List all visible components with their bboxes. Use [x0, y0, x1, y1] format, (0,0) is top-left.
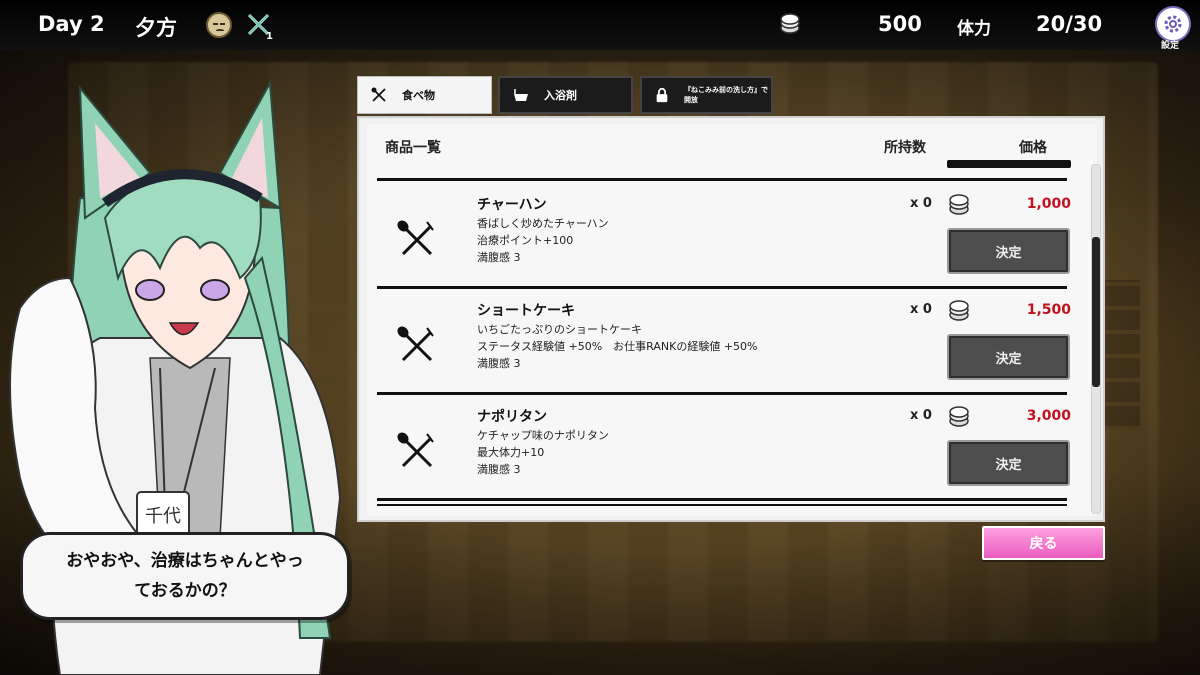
list-item: ナポリタン ケチャップ味のナポリタン 最大体力+10 満腹感 3 x 0 3,0… — [367, 394, 1072, 498]
bathtub-icon — [514, 89, 528, 101]
header-item-list: 商品一覧 — [385, 140, 441, 156]
list-item: チャーハン 香ばしく炒めたチャーハン 治療ポイント+100 満腹感 3 x 0 … — [367, 182, 1072, 286]
dialogue-line-1: おやおや、治療はちゃんとやっ — [66, 551, 304, 571]
divider — [377, 498, 1067, 501]
item-price: 3,000 — [1026, 408, 1071, 424]
item-price: 1,000 — [1026, 196, 1071, 212]
item-desc-line: いちごたっぷりのショートケーキ — [477, 323, 642, 336]
divider — [377, 178, 1067, 181]
top-hud: Day 2 夕方 1 500 体力 20/30 設定 — [0, 0, 1200, 51]
item-effect: 治療ポイント+100 — [477, 234, 574, 247]
face-icon — [206, 12, 232, 38]
item-desc-line: 香ばしく炒めたチャーハン — [477, 217, 609, 230]
settings-button[interactable] — [1155, 6, 1191, 42]
dialogue-line-2: ておるかの？ — [134, 581, 236, 601]
purchase-button[interactable]: 決定 — [947, 334, 1070, 380]
item-satiety: 満腹感 3 — [477, 251, 521, 264]
cutlery-icon — [397, 220, 434, 256]
tab-bath-salts[interactable]: 入浴剤 — [498, 76, 633, 114]
time-of-day: 夕方 — [135, 16, 177, 40]
cutlery-count: 1 — [266, 31, 273, 42]
cutlery-icon — [397, 432, 434, 468]
shop-panel: 商品一覧 所持数 価格 チャーハン 香ばしく炒めたチャーハン 治療ポイント+10… — [357, 116, 1105, 522]
tab-locked[interactable]: 『ねこみみ前の洗し方』で開放 — [640, 76, 773, 114]
name-tag-text: 千代 — [145, 506, 181, 527]
day-counter: Day 2 — [38, 12, 105, 36]
item-price: 1,500 — [1026, 302, 1071, 318]
item-description: ケチャップ味のナポリタン 最大体力+10 満腹感 3 — [477, 427, 609, 478]
coin-icon — [949, 300, 969, 321]
tab-food-label: 食べ物 — [402, 89, 435, 102]
item-name: チャーハン — [477, 197, 547, 213]
stamina-label: 体力 — [957, 19, 991, 39]
purchase-button[interactable]: 決定 — [947, 440, 1070, 486]
previous-item-button-edge — [947, 160, 1071, 168]
back-button[interactable]: 戻る — [982, 526, 1105, 560]
item-description: いちごたっぷりのショートケーキ ステータス経験値 +50% お仕事RANKの経験… — [477, 321, 758, 372]
coin-icon — [949, 194, 969, 215]
divider — [377, 504, 1067, 506]
list-item: ショートケーキ いちごたっぷりのショートケーキ ステータス経験値 +50% お仕… — [367, 288, 1072, 392]
item-owned-count: x 0 — [910, 196, 932, 211]
item-effect: 最大体力+10 — [477, 446, 545, 459]
item-effect: ステータス経験値 +50% お仕事RANKの経験値 +50% — [477, 340, 758, 353]
scrollbar-thumb[interactable] — [1092, 237, 1100, 387]
coin-icon — [780, 13, 800, 34]
money-value: 500 — [878, 12, 922, 36]
tab-food[interactable]: 食べ物 — [357, 76, 492, 114]
item-satiety: 満腹感 3 — [477, 463, 521, 476]
scrollbar[interactable] — [1091, 164, 1101, 514]
header-owned: 所持数 — [884, 140, 926, 156]
stamina-value: 20/30 — [1036, 12, 1103, 36]
item-name: ナポリタン — [477, 409, 547, 425]
item-description: 香ばしく炒めたチャーハン 治療ポイント+100 満腹感 3 — [477, 215, 609, 266]
tab-locked-label: 『ねこみみ前の洗し方』で開放 — [683, 86, 768, 104]
gear-icon — [1164, 15, 1182, 33]
cutlery-icon — [371, 87, 386, 102]
item-list[interactable]: チャーハン 香ばしく炒めたチャーハン 治療ポイント+100 満腹感 3 x 0 … — [367, 158, 1072, 514]
header-price: 価格 — [1019, 140, 1047, 156]
purchase-button[interactable]: 決定 — [947, 228, 1070, 274]
settings-label: 設定 — [1161, 41, 1180, 51]
tab-bath-label: 入浴剤 — [544, 89, 577, 102]
item-name: ショートケーキ — [477, 303, 575, 319]
item-desc-line: ケチャップ味のナポリタン — [477, 429, 609, 442]
shop-panel-inner: 商品一覧 所持数 価格 チャーハン 香ばしく炒めたチャーハン 治療ポイント+10… — [367, 124, 1101, 516]
item-owned-count: x 0 — [910, 302, 932, 317]
item-owned-count: x 0 — [910, 408, 932, 423]
lock-icon — [656, 87, 668, 103]
coin-icon — [949, 406, 969, 427]
dialogue-bubble[interactable]: おやおや、治療はちゃんとやっ ておるかの？ — [20, 532, 350, 620]
item-satiety: 満腹感 3 — [477, 357, 521, 370]
cutlery-icon — [397, 326, 434, 362]
